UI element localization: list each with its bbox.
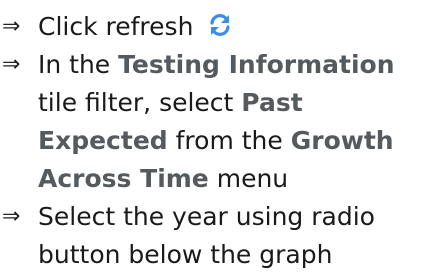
text-segment: menu bbox=[208, 164, 289, 193]
tile-name: Testing Information bbox=[118, 50, 395, 79]
instruction-list: ⇒ Click refresh ⇒ In the Testing Informa… bbox=[0, 8, 422, 274]
text-segment: tile filter, select bbox=[38, 88, 242, 117]
step-label: Click refresh bbox=[38, 12, 194, 41]
step-text: In the Testing Information tile filter, … bbox=[38, 46, 418, 198]
right-double-arrow-icon: ⇒ bbox=[2, 14, 21, 39]
step-text: Click refresh bbox=[38, 8, 418, 46]
right-double-arrow-icon: ⇒ bbox=[2, 204, 21, 229]
step-select-year: ⇒ Select the year using radio button bel… bbox=[0, 198, 422, 274]
refresh-icon bbox=[207, 11, 233, 37]
right-double-arrow-icon: ⇒ bbox=[2, 52, 21, 77]
step-select-past-expected: ⇒ In the Testing Information tile filter… bbox=[0, 46, 422, 198]
text-segment: from the bbox=[167, 126, 291, 155]
text-segment: In the bbox=[38, 50, 119, 79]
step-text: Select the year using radio button below… bbox=[38, 202, 375, 269]
step-click-refresh: ⇒ Click refresh bbox=[0, 8, 422, 46]
